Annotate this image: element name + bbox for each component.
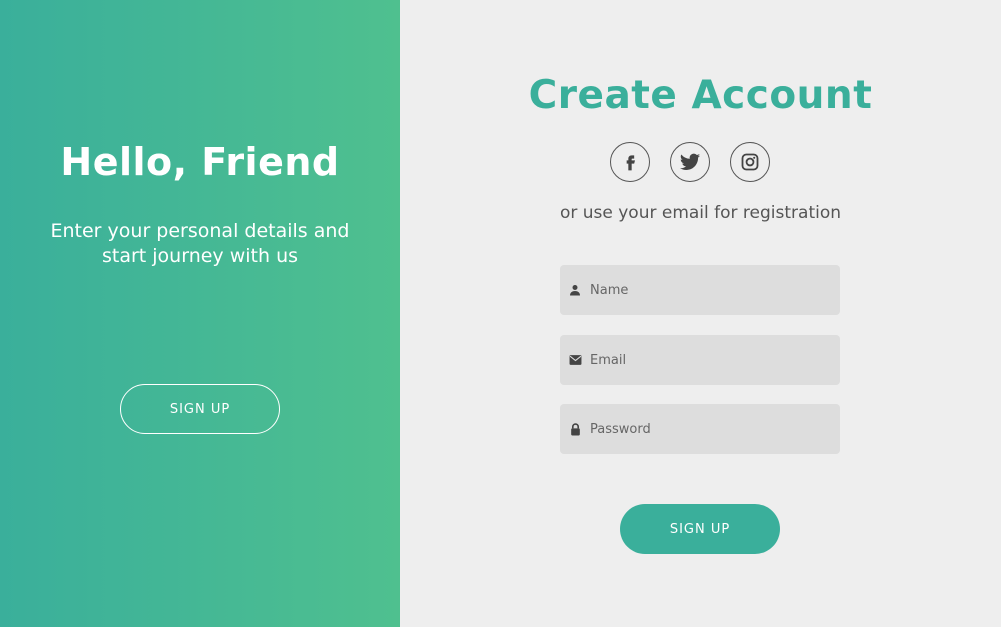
- password-input[interactable]: [590, 404, 840, 454]
- welcome-title: Hello, Friend: [60, 140, 340, 184]
- twitter-button[interactable]: [670, 142, 710, 182]
- register-form-panel: Create Account or use your email for reg…: [400, 0, 1001, 627]
- sign-up-toggle-button[interactable]: SIGN UP: [120, 384, 280, 434]
- email-field: [560, 335, 840, 385]
- email-input[interactable]: [590, 335, 840, 385]
- user-icon: [560, 284, 590, 296]
- password-field: [560, 404, 840, 454]
- name-input[interactable]: [590, 265, 840, 315]
- registration-hint: or use your email for registration: [559, 203, 842, 223]
- instagram-button[interactable]: [730, 142, 770, 182]
- lock-icon: [560, 422, 590, 436]
- instagram-icon: [741, 153, 759, 171]
- facebook-icon: [626, 155, 635, 171]
- welcome-text: Enter your personal details and start jo…: [50, 220, 350, 267]
- twitter-icon: [679, 153, 701, 170]
- name-field: [560, 265, 840, 315]
- sign-up-submit-button[interactable]: SIGN UP: [620, 504, 780, 554]
- facebook-button[interactable]: [610, 142, 650, 182]
- welcome-panel: Hello, Friend Enter your personal detail…: [0, 0, 400, 627]
- envelope-icon: [560, 354, 590, 366]
- form-title: Create Account: [528, 73, 873, 118]
